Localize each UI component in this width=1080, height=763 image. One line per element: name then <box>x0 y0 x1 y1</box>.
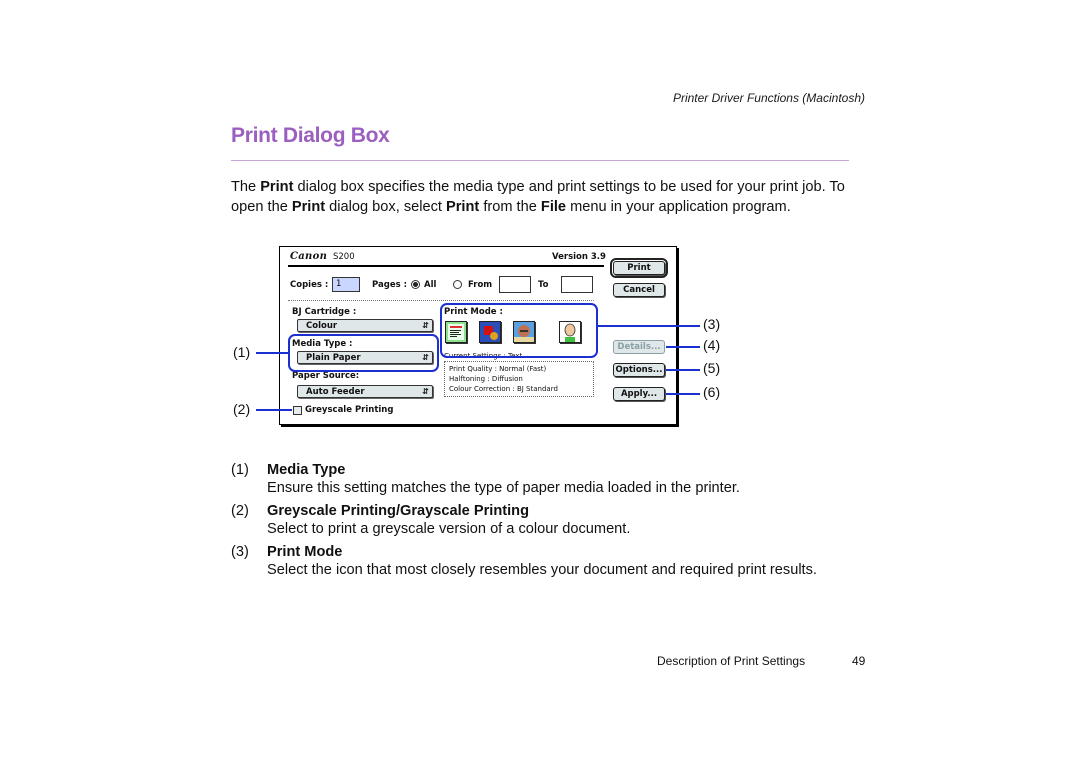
options-button[interactable]: Options... <box>613 363 665 377</box>
canon-logo: Canon <box>290 251 328 262</box>
settings-summary-box: Print Quality : Normal (Fast) Halftoning… <box>444 361 594 397</box>
intro-bold: File <box>540 199 567 215</box>
cancel-button[interactable]: Cancel <box>613 283 665 297</box>
page-title: Print Dialog Box <box>231 124 390 147</box>
pages-from-radio[interactable] <box>453 280 462 289</box>
item-description: Select to print a greyscale version of a… <box>267 521 631 537</box>
header-divider <box>288 265 604 267</box>
footer-section-title: Description of Print Settings <box>657 654 806 668</box>
copies-input[interactable]: 1 <box>332 277 360 292</box>
greyscale-label: Greyscale Printing <box>305 405 394 415</box>
callout-number: (3) <box>703 316 721 332</box>
intro-paragraph: The Print dialog box specifies the media… <box>231 177 851 217</box>
apply-button[interactable]: Apply... <box>613 387 665 401</box>
pages-to-label: To <box>538 280 549 290</box>
pages-from-input[interactable] <box>499 276 531 293</box>
pages-to-input[interactable] <box>561 276 593 293</box>
callout-line-5 <box>666 369 700 371</box>
pages-label: Pages : <box>372 280 408 290</box>
paper-source-select[interactable]: Auto Feeder ⇵ <box>297 385 433 398</box>
intro-text: from the <box>479 199 541 215</box>
callout-line-2 <box>256 409 292 411</box>
paper-source-label: Paper Source: <box>292 371 360 381</box>
callout-line-6 <box>666 393 700 395</box>
pages-all-radio[interactable] <box>411 280 420 289</box>
callout-line-3 <box>598 325 700 327</box>
item-number: (3) <box>231 544 249 560</box>
updown-arrows-icon: ⇵ <box>422 387 429 396</box>
intro-bold: Print <box>446 199 480 215</box>
callout-line-4 <box>666 346 700 348</box>
settings-line: Colour Correction : BJ Standard <box>449 385 558 393</box>
settings-line: Halftoning : Diffusion <box>449 375 523 383</box>
bj-cartridge-label: BJ Cartridge : <box>292 307 357 317</box>
intro-text: dialog box, select <box>325 199 447 215</box>
item-description: Select the icon that most closely resemb… <box>267 562 817 578</box>
settings-line: Print Quality : Normal (Fast) <box>449 365 547 373</box>
pages-to-value <box>562 277 592 279</box>
callout-line-1 <box>256 352 288 354</box>
intro-bold: Print <box>291 199 326 215</box>
item-number: (2) <box>231 503 249 519</box>
printer-model: S200 <box>333 252 355 262</box>
bj-cartridge-select[interactable]: Colour ⇵ <box>297 319 433 332</box>
intro-text: menu in your application program. <box>566 199 791 215</box>
details-button[interactable]: Details... <box>613 340 665 354</box>
bj-cartridge-value: Colour <box>306 321 338 331</box>
callout-number: (6) <box>703 384 721 400</box>
section-divider <box>288 300 594 301</box>
updown-arrows-icon: ⇵ <box>422 321 429 330</box>
pages-from-value <box>500 277 530 279</box>
callout-number: (2) <box>233 401 251 417</box>
item-heading: Print Mode <box>267 544 343 560</box>
callout-number: (4) <box>703 337 721 353</box>
pages-all-label: All <box>424 280 437 290</box>
item-number: (1) <box>231 462 249 478</box>
paper-source-value: Auto Feeder <box>306 387 365 397</box>
intro-text: The <box>231 179 261 195</box>
greyscale-checkbox[interactable] <box>293 406 302 415</box>
title-divider <box>231 160 849 161</box>
item-heading: Media Type <box>267 462 346 478</box>
intro-bold: Print <box>260 179 294 195</box>
copies-label: Copies : <box>290 280 329 290</box>
page-number: 49 <box>852 654 866 668</box>
running-head: Printer Driver Functions (Macintosh) <box>672 91 865 105</box>
callout-number: (5) <box>703 360 721 376</box>
callout-number: (1) <box>233 344 251 360</box>
item-description: Ensure this setting matches the type of … <box>267 480 740 496</box>
media-type-highlight <box>288 334 439 372</box>
pages-from-label: From <box>468 280 493 290</box>
print-button[interactable]: Print <box>610 258 668 278</box>
driver-version: Version 3.9 <box>552 252 606 262</box>
item-heading: Greyscale Printing/Grayscale Printing <box>267 503 529 519</box>
copies-value: 1 <box>336 279 342 289</box>
print-mode-highlight <box>440 303 598 358</box>
